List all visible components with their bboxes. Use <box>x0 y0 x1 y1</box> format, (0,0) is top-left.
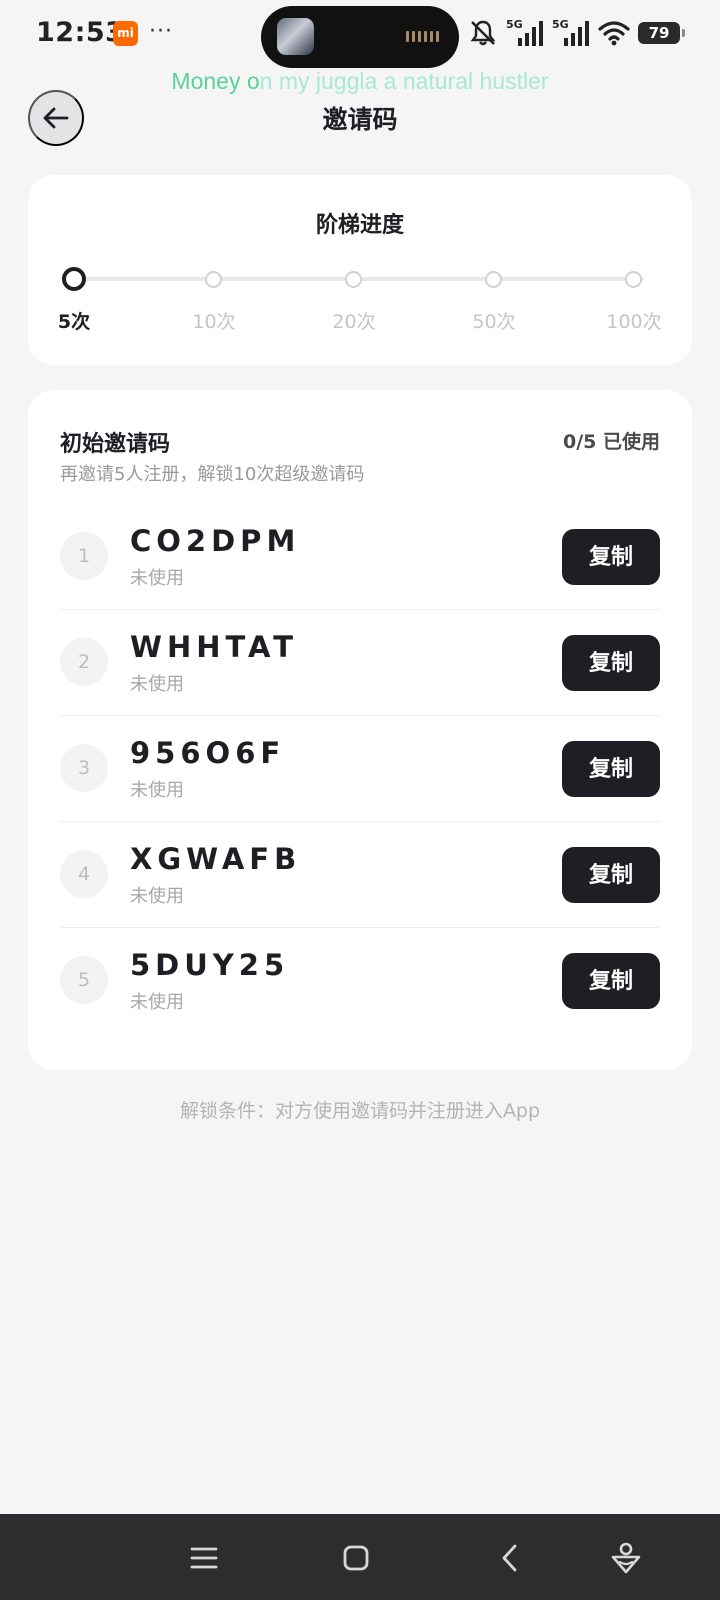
invite-code-screen: 12:53 mi ··· 5G 5G 79 Money on my juggla… <box>0 0 720 1600</box>
code-index: 5 <box>60 956 108 1004</box>
invite-codes-card: 初始邀请码 0/5 已使用 再邀请5人注册，解锁10次超级邀请码 1 CO2DP… <box>28 390 692 1070</box>
progress-step-label: 100次 <box>606 311 662 333</box>
code-index: 3 <box>60 744 108 792</box>
audio-visualizer-icon <box>406 31 439 42</box>
code-row: 3 956O6F 未使用 复制 <box>60 716 660 822</box>
code-status: 未使用 <box>130 992 184 1013</box>
invite-code: XGWAFB <box>130 842 302 876</box>
progress-node <box>625 271 642 288</box>
tier-progress-card: 阶梯进度 5次 10次 20次 50次 100次 <box>28 175 692 365</box>
codes-title: 初始邀请码 <box>60 432 171 457</box>
more-notifications-icon: ··· <box>149 19 173 44</box>
code-index: 1 <box>60 532 108 580</box>
battery-icon: 79 <box>638 22 685 44</box>
svg-text:5G: 5G <box>506 18 523 31</box>
assistant-icon <box>611 1542 641 1574</box>
invite-code: 956O6F <box>130 736 286 770</box>
menu-icon <box>190 1547 218 1569</box>
lyric-highlighted: Money o <box>171 68 260 94</box>
progress-title: 阶梯进度 <box>315 213 404 238</box>
page-title: 邀请码 <box>322 105 398 134</box>
status-bar: 12:53 mi ··· 5G 5G 79 <box>0 0 720 68</box>
code-status: 未使用 <box>130 674 184 695</box>
codes-subtitle: 再邀请5人注册，解锁10次超级邀请码 <box>60 464 365 485</box>
code-index: 2 <box>60 638 108 686</box>
signal-5g-icon: 5G <box>506 18 543 46</box>
code-row: 1 CO2DPM 未使用 复制 <box>60 504 660 610</box>
code-status: 未使用 <box>130 886 184 907</box>
codes-usage-count: 0/5 已使用 <box>563 431 660 453</box>
lyric-rest: n my juggla a natural hustler <box>259 68 549 94</box>
code-index: 4 <box>60 850 108 898</box>
dynamic-island-media[interactable] <box>261 6 459 68</box>
media-thumbnail <box>277 18 314 55</box>
progress-node <box>485 271 502 288</box>
signal-5g-icon: 5G <box>552 18 589 46</box>
xiaomi-notification-icon: mi <box>113 21 138 46</box>
copy-button[interactable]: 复制 <box>562 635 660 691</box>
assistant-button[interactable] <box>604 1536 648 1580</box>
copy-button[interactable]: 复制 <box>562 529 660 585</box>
status-icons: 5G 5G 79 <box>468 16 685 50</box>
progress-step-label: 20次 <box>332 311 376 333</box>
progress-step-label: 5次 <box>57 311 91 333</box>
unlock-condition-note: 解锁条件：对方使用邀请码并注册进入App <box>179 1100 541 1122</box>
mute-bell-icon <box>470 20 496 46</box>
recent-apps-button[interactable] <box>182 1536 226 1580</box>
home-square-icon <box>343 1545 369 1571</box>
invite-code: 5DUY25 <box>130 948 290 982</box>
progress-step-label: 10次 <box>192 311 236 333</box>
progress-node-active <box>62 267 86 291</box>
copy-button[interactable]: 复制 <box>562 953 660 1009</box>
chevron-left-icon <box>502 1544 517 1572</box>
system-navigation-bar <box>0 1514 720 1600</box>
code-row: 5 5DUY25 未使用 复制 <box>60 928 660 1034</box>
invite-code: WHHTAT <box>130 630 299 664</box>
progress-node <box>205 271 222 288</box>
copy-button[interactable]: 复制 <box>562 741 660 797</box>
wifi-icon <box>598 21 630 46</box>
code-status: 未使用 <box>130 568 184 589</box>
invite-code: CO2DPM <box>130 524 301 558</box>
code-row: 4 XGWAFB 未使用 复制 <box>60 822 660 928</box>
progress-node <box>345 271 362 288</box>
svg-text:5G: 5G <box>552 18 569 31</box>
system-back-button[interactable] <box>488 1536 532 1580</box>
home-button[interactable] <box>334 1536 378 1580</box>
copy-button[interactable]: 复制 <box>562 847 660 903</box>
code-row: 2 WHHTAT 未使用 复制 <box>60 610 660 716</box>
status-time: 12:53 <box>36 17 125 48</box>
floating-lyric: Money on my juggla a natural hustler <box>0 68 720 95</box>
progress-step-label: 50次 <box>472 311 516 333</box>
code-status: 未使用 <box>130 780 184 801</box>
